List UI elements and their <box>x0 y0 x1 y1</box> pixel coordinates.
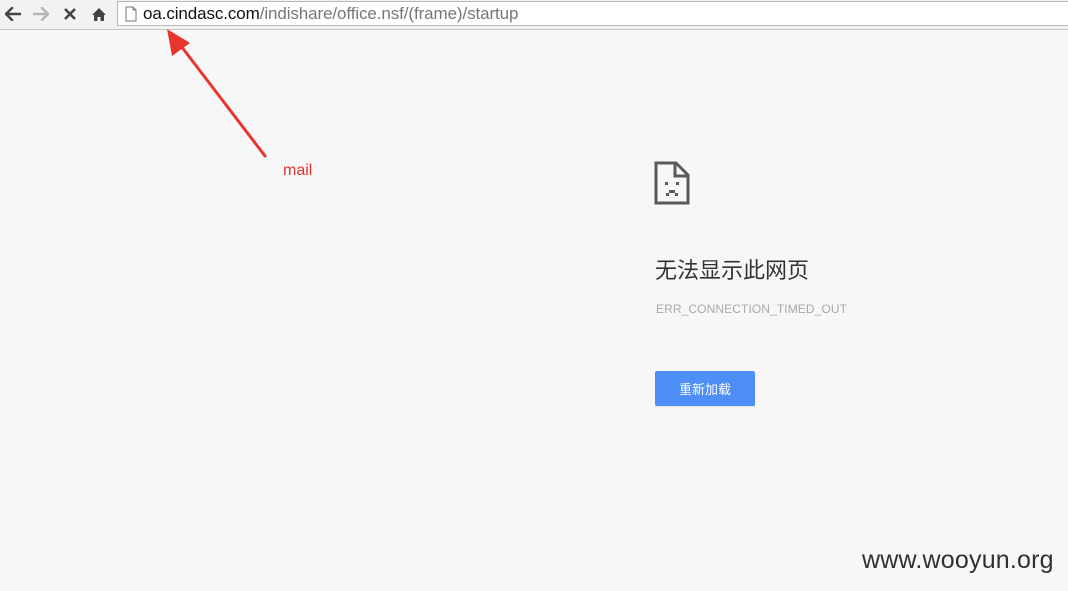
sad-page-icon <box>654 161 690 205</box>
reload-button[interactable]: 重新加载 <box>655 371 755 406</box>
watermark: www.wooyun.org <box>862 546 1054 574</box>
error-code: ERR_CONNECTION_TIMED_OUT <box>656 302 848 316</box>
error-title: 无法显示此网页 <box>655 259 810 284</box>
annotation-label: mail <box>283 162 313 179</box>
annotation-arrow <box>167 29 267 158</box>
